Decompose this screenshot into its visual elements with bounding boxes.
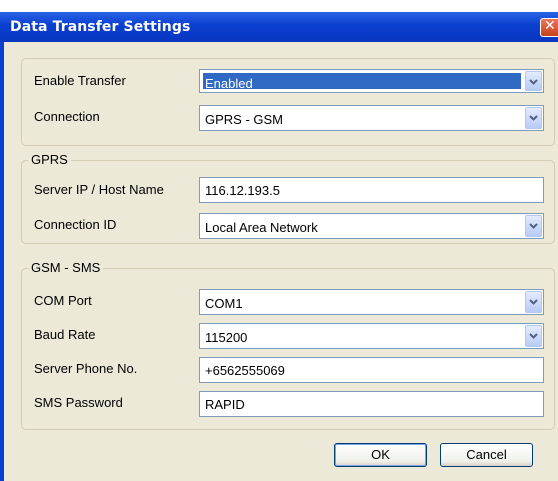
enable-transfer-select[interactable]: Enabled	[199, 69, 544, 93]
close-button[interactable]: ✕	[540, 18, 558, 37]
chevron-down-icon[interactable]	[525, 215, 542, 237]
server-ip-label: Server IP / Host Name	[34, 182, 164, 197]
gprs-legend: GPRS	[28, 152, 71, 167]
server-ip-input[interactable]: 116.12.193.5	[199, 177, 544, 203]
connection-id-select[interactable]: Local Area Network	[199, 213, 544, 239]
sms-password-label: SMS Password	[34, 395, 123, 410]
gsm-sms-legend: GSM - SMS	[28, 260, 104, 275]
title-bar[interactable]: Data Transfer Settings ✕	[0, 12, 558, 42]
enable-transfer-value: Enabled	[203, 73, 521, 91]
com-port-value: COM1	[205, 296, 243, 311]
transfer-group: Enable Transfer Enabled Connection GPRS …	[21, 58, 555, 146]
chevron-down-icon[interactable]	[525, 291, 542, 313]
connection-id-value: Local Area Network	[205, 220, 318, 235]
close-icon: ✕	[544, 18, 556, 34]
server-phone-input[interactable]: +6562555069	[199, 357, 544, 383]
enable-transfer-label: Enable Transfer	[34, 73, 126, 88]
gsm-sms-group: GSM - SMS COM Port COM1 Baud Rate 115200…	[21, 260, 555, 430]
ok-button[interactable]: OK	[334, 443, 427, 467]
server-phone-label: Server Phone No.	[34, 361, 138, 376]
baud-rate-value: 115200	[205, 330, 248, 345]
chevron-down-icon[interactable]	[525, 107, 542, 129]
baud-rate-label: Baud Rate	[34, 327, 96, 342]
com-port-select[interactable]: COM1	[199, 289, 544, 315]
baud-rate-select[interactable]: 115200	[199, 323, 544, 349]
cancel-button[interactable]: Cancel	[440, 443, 533, 467]
connection-select[interactable]: GPRS - GSM	[199, 105, 544, 131]
dialog-body: Enable Transfer Enabled Connection GPRS …	[4, 42, 558, 481]
gprs-group: GPRS Server IP / Host Name 116.12.193.5 …	[21, 152, 555, 244]
chevron-down-icon[interactable]	[525, 71, 542, 91]
chevron-down-icon[interactable]	[525, 325, 542, 347]
connection-value: GPRS - GSM	[205, 112, 284, 127]
connection-id-label: Connection ID	[34, 217, 117, 232]
com-port-label: COM Port	[34, 293, 92, 308]
sms-password-input[interactable]: RAPID	[199, 391, 544, 417]
window-title: Data Transfer Settings	[10, 19, 191, 35]
connection-label: Connection	[34, 109, 100, 124]
